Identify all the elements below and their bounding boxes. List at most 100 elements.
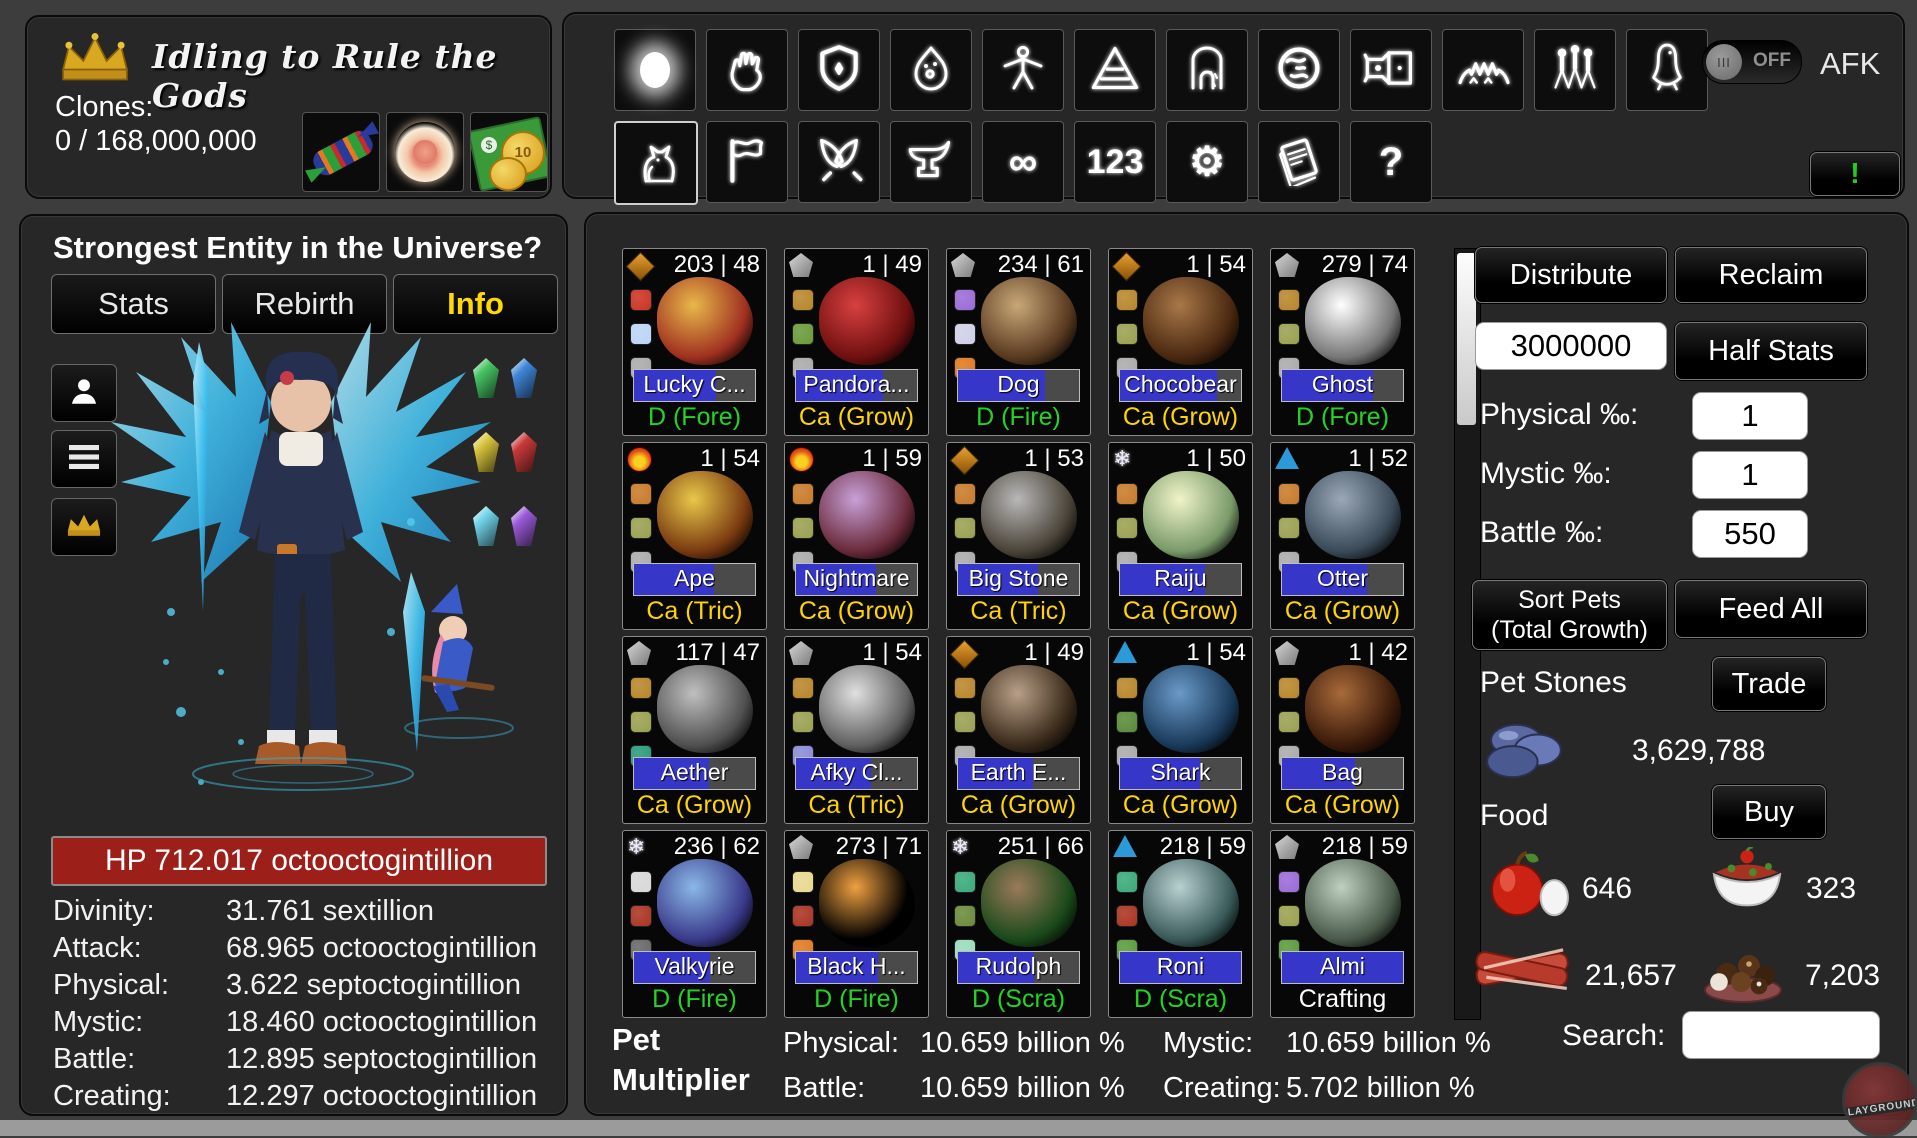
physical-permille-input[interactable] — [1692, 392, 1808, 440]
book-button[interactable] — [1258, 121, 1340, 203]
snow-element-icon: ❄ — [627, 835, 653, 861]
stat-label: Mystic: — [53, 1006, 143, 1038]
feed-all-button[interactable]: Feed All — [1675, 580, 1867, 638]
gear-button[interactable]: ⚙ — [1166, 121, 1248, 203]
equip-icon — [1116, 323, 1138, 345]
search-input[interactable] — [1682, 1011, 1880, 1059]
reclaim-button[interactable]: Reclaim — [1675, 247, 1867, 303]
pet-scrollbar-thumb[interactable] — [1457, 253, 1476, 425]
stat-label: Creating: — [53, 1080, 171, 1112]
help-button[interactable]: ? — [1350, 121, 1432, 203]
equip-icon — [792, 483, 814, 505]
soul-blob-button[interactable] — [890, 29, 972, 111]
pet-levels: 1 | 54 — [1186, 251, 1246, 279]
crossed-blades-button[interactable] — [798, 121, 880, 203]
pet-card-black-h[interactable]: 273 | 71Black H...D (Fire) — [784, 830, 929, 1018]
pet-art — [657, 471, 753, 559]
numbers-button[interactable]: 123 — [1074, 121, 1156, 203]
bacon-food-icon[interactable] — [1472, 936, 1572, 1003]
pet-art — [1143, 665, 1239, 753]
shield-button[interactable] — [798, 29, 880, 111]
mystic-permille-input[interactable] — [1692, 451, 1808, 499]
pet-levels: 251 | 66 — [998, 833, 1084, 861]
pet-class: D (Scra) — [1109, 985, 1252, 1014]
equip-icon — [954, 323, 976, 345]
entity-title: Strongest Entity in the Universe? — [53, 230, 542, 266]
fist-button[interactable] — [706, 29, 788, 111]
pet-card-lucky-c[interactable]: 203 | 48Lucky C...D (Fore) — [622, 248, 767, 436]
cave-button[interactable] — [1166, 29, 1248, 111]
pet-stones-icon[interactable] — [1485, 719, 1563, 786]
playground-watermark: PLAYGROUND — [1842, 1062, 1917, 1138]
pet-card-earth-e[interactable]: 1 | 49Earth E...Ca (Grow) — [946, 636, 1091, 824]
pet-card-aether[interactable]: 117 | 47AetherCa (Grow) — [622, 636, 767, 824]
pet-card-chocobear[interactable]: 1 | 54ChocobearCa (Grow) — [1108, 248, 1253, 436]
pet-art — [981, 471, 1077, 559]
battle-permille-input[interactable] — [1692, 510, 1808, 558]
planet-button[interactable] — [1258, 29, 1340, 111]
pet-card-dog[interactable]: 234 | 61DogD (Fire) — [946, 248, 1091, 436]
pet-card-pandora[interactable]: 1 | 49Pandora...Ca (Grow) — [784, 248, 929, 436]
pet-card-nightmare[interactable]: 1 | 59NightmareCa (Grow) — [784, 442, 929, 630]
spaceship-button[interactable] — [1350, 29, 1432, 111]
buy-button[interactable]: Buy — [1712, 785, 1826, 839]
equip-icon — [1116, 711, 1138, 733]
pet-card-ghost[interactable]: 279 | 74GhostD (Fore) — [1270, 248, 1415, 436]
pet-card-valkyrie[interactable]: ❄236 | 62ValkyrieD (Fire) — [622, 830, 767, 1018]
distribute-amount-input[interactable] — [1475, 322, 1667, 370]
stat-value: 12.297 octooctogintillion — [226, 1080, 537, 1113]
equip-icon — [1116, 483, 1138, 505]
pet-art — [819, 665, 915, 753]
monsters-button[interactable] — [1442, 29, 1524, 111]
multiplier-battle-value: 10.659 billion % — [920, 1072, 1125, 1105]
infinity-button[interactable]: ∞ — [982, 121, 1064, 203]
anvil-button[interactable] — [890, 121, 972, 203]
crowd-button[interactable] — [1534, 29, 1616, 111]
soul-blob-icon — [907, 42, 955, 99]
flower-item[interactable] — [386, 112, 464, 192]
pet-card-otter[interactable]: 1 | 52OtterCa (Grow) — [1270, 442, 1415, 630]
equip-icon — [1278, 905, 1300, 927]
distribute-button[interactable]: Distribute — [1475, 247, 1667, 303]
pet-art — [657, 277, 753, 365]
alert-button[interactable]: ! — [1810, 152, 1900, 196]
pet-name: Big Stone — [958, 565, 1079, 592]
pet-card-raiju[interactable]: ❄1 | 50RaijuCa (Grow) — [1108, 442, 1253, 630]
afk-toggle[interactable]: III OFF — [1702, 40, 1802, 84]
pet-multiplier-title: Pet Multiplier — [612, 1020, 750, 1100]
pet-card-roni[interactable]: 218 | 59RoniD (Scra) — [1108, 830, 1253, 1018]
chocolates-food-icon[interactable] — [1701, 938, 1785, 1009]
equip-icon — [954, 517, 976, 539]
pet-class: Ca (Grow) — [1271, 597, 1414, 626]
money-item[interactable]: $ 10 — [470, 112, 548, 192]
stat-row-attack: Attack:68.965 octooctogintillion — [53, 932, 142, 965]
equip-icon — [630, 289, 652, 311]
body-button[interactable] — [982, 29, 1064, 111]
pet-card-shark[interactable]: 1 | 54SharkCa (Grow) — [1108, 636, 1253, 824]
pet-name-bar: Big Stone — [957, 563, 1080, 596]
apple-egg-food-icon[interactable] — [1486, 847, 1572, 926]
bowl-food-icon[interactable] — [1704, 847, 1790, 926]
half-stats-button[interactable]: Half Stats — [1675, 322, 1867, 380]
pyramid-button[interactable] — [1074, 29, 1156, 111]
pets-cat-button[interactable] — [614, 121, 698, 205]
pet-name-bar: Ape — [633, 563, 756, 596]
equip-icon — [1116, 871, 1138, 893]
stone-element-icon — [789, 253, 815, 279]
penguin-button[interactable] — [1626, 29, 1708, 111]
pet-card-ape[interactable]: 1 | 54ApeCa (Tric) — [622, 442, 767, 630]
cracker-item[interactable] — [302, 112, 380, 192]
flag-button[interactable] — [706, 121, 788, 203]
pet-card-big-stone[interactable]: 1 | 53Big StoneCa (Tric) — [946, 442, 1091, 630]
penguin-icon — [1644, 41, 1690, 100]
trade-button[interactable]: Trade — [1712, 657, 1826, 711]
sort-pets-button[interactable]: Sort Pets (Total Growth) — [1472, 580, 1667, 650]
pet-card-almi[interactable]: 218 | 59AlmiCrafting — [1270, 830, 1415, 1018]
pet-card-rudolph[interactable]: ❄251 | 66RudolphD (Scra) — [946, 830, 1091, 1018]
pet-name-bar: Valkyrie — [633, 951, 756, 984]
pet-card-bag[interactable]: 1 | 42BagCa (Grow) — [1270, 636, 1415, 824]
pet-card-afky-cl[interactable]: 1 | 54Afky Cl...Ca (Tric) — [784, 636, 929, 824]
help-icon: ? — [1379, 140, 1403, 185]
equip-icon — [1116, 905, 1138, 927]
light-orb-button[interactable] — [614, 29, 696, 111]
